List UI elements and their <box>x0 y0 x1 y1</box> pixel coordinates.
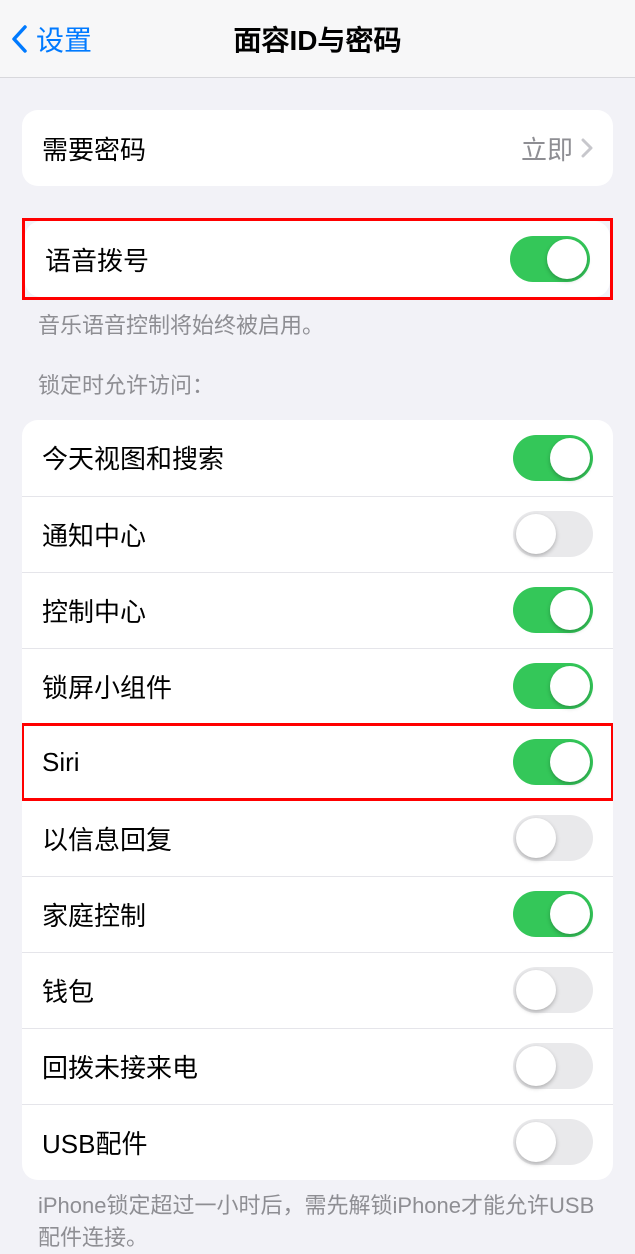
lock-access-label-notifications: 通知中心 <box>42 516 513 553</box>
require-passcode-label: 需要密码 <box>42 130 521 167</box>
voice-dial-label: 语音拨号 <box>45 241 510 278</box>
lock-access-row-wallet: 钱包 <box>22 952 613 1028</box>
lock-access-label-control-center: 控制中心 <box>42 592 513 629</box>
lock-access-footer: iPhone锁定超过一小时后，需先解锁iPhone才能允许USB配件连接。 <box>0 1180 635 1254</box>
passcode-group: 需要密码 立即 <box>22 110 613 186</box>
voice-dial-footer: 音乐语音控制将始终被启用。 <box>0 300 635 342</box>
voice-dial-group: 语音拨号 <box>25 221 610 297</box>
lock-access-label-wallet: 钱包 <box>42 972 513 1009</box>
lock-access-toggle-usb[interactable] <box>513 1119 593 1165</box>
lock-access-group: 今天视图和搜索通知中心控制中心锁屏小组件 Siri 以信息回复家庭控制钱包回拨未接来… <box>22 420 613 1180</box>
back-button[interactable]: 设置 <box>10 19 92 59</box>
voice-dial-highlight: 语音拨号 <box>22 218 613 300</box>
lock-access-toggle-notifications[interactable] <box>513 511 593 557</box>
lock-access-toggle-siri[interactable] <box>513 739 593 785</box>
voice-dial-row: 语音拨号 <box>25 221 610 297</box>
require-passcode-value: 立即 <box>521 130 573 167</box>
lock-access-row-reply-message: 以信息回复 <box>22 800 613 876</box>
lock-access-label-siri: Siri <box>42 747 513 778</box>
back-label: 设置 <box>36 19 92 59</box>
lock-access-toggle-wallet[interactable] <box>513 967 593 1013</box>
lock-access-row-today: 今天视图和搜索 <box>22 420 613 496</box>
lock-access-toggle-home[interactable] <box>513 891 593 937</box>
lock-access-row-notifications: 通知中心 <box>22 496 613 572</box>
voice-dial-toggle[interactable] <box>510 236 590 282</box>
lock-access-toggle-reply-message[interactable] <box>513 815 593 861</box>
lock-access-row-siri: Siri <box>22 724 613 800</box>
lock-access-row-home: 家庭控制 <box>22 876 613 952</box>
lock-access-header: 锁定时允许访问： <box>0 342 635 408</box>
lock-access-row-return-calls: 回拨未接来电 <box>22 1028 613 1104</box>
lock-access-label-today: 今天视图和搜索 <box>42 439 513 476</box>
lock-access-toggle-control-center[interactable] <box>513 587 593 633</box>
chevron-right-icon <box>581 138 593 158</box>
lock-access-toggle-today[interactable] <box>513 435 593 481</box>
lock-access-label-return-calls: 回拨未接来电 <box>42 1048 513 1085</box>
lock-access-label-home: 家庭控制 <box>42 896 513 933</box>
nav-header: 设置 面容ID与密码 <box>0 0 635 78</box>
lock-access-label-reply-message: 以信息回复 <box>42 820 513 857</box>
chevron-left-icon <box>10 24 28 54</box>
lock-access-row-usb: USB配件 <box>22 1104 613 1180</box>
lock-access-label-widgets: 锁屏小组件 <box>42 668 513 705</box>
require-passcode-row[interactable]: 需要密码 立即 <box>22 110 613 186</box>
lock-access-toggle-widgets[interactable] <box>513 663 593 709</box>
lock-access-row-widgets: 锁屏小组件 <box>22 648 613 724</box>
lock-access-row-control-center: 控制中心 <box>22 572 613 648</box>
lock-access-label-usb: USB配件 <box>42 1124 513 1161</box>
lock-access-toggle-return-calls[interactable] <box>513 1043 593 1089</box>
page-title: 面容ID与密码 <box>0 19 635 59</box>
